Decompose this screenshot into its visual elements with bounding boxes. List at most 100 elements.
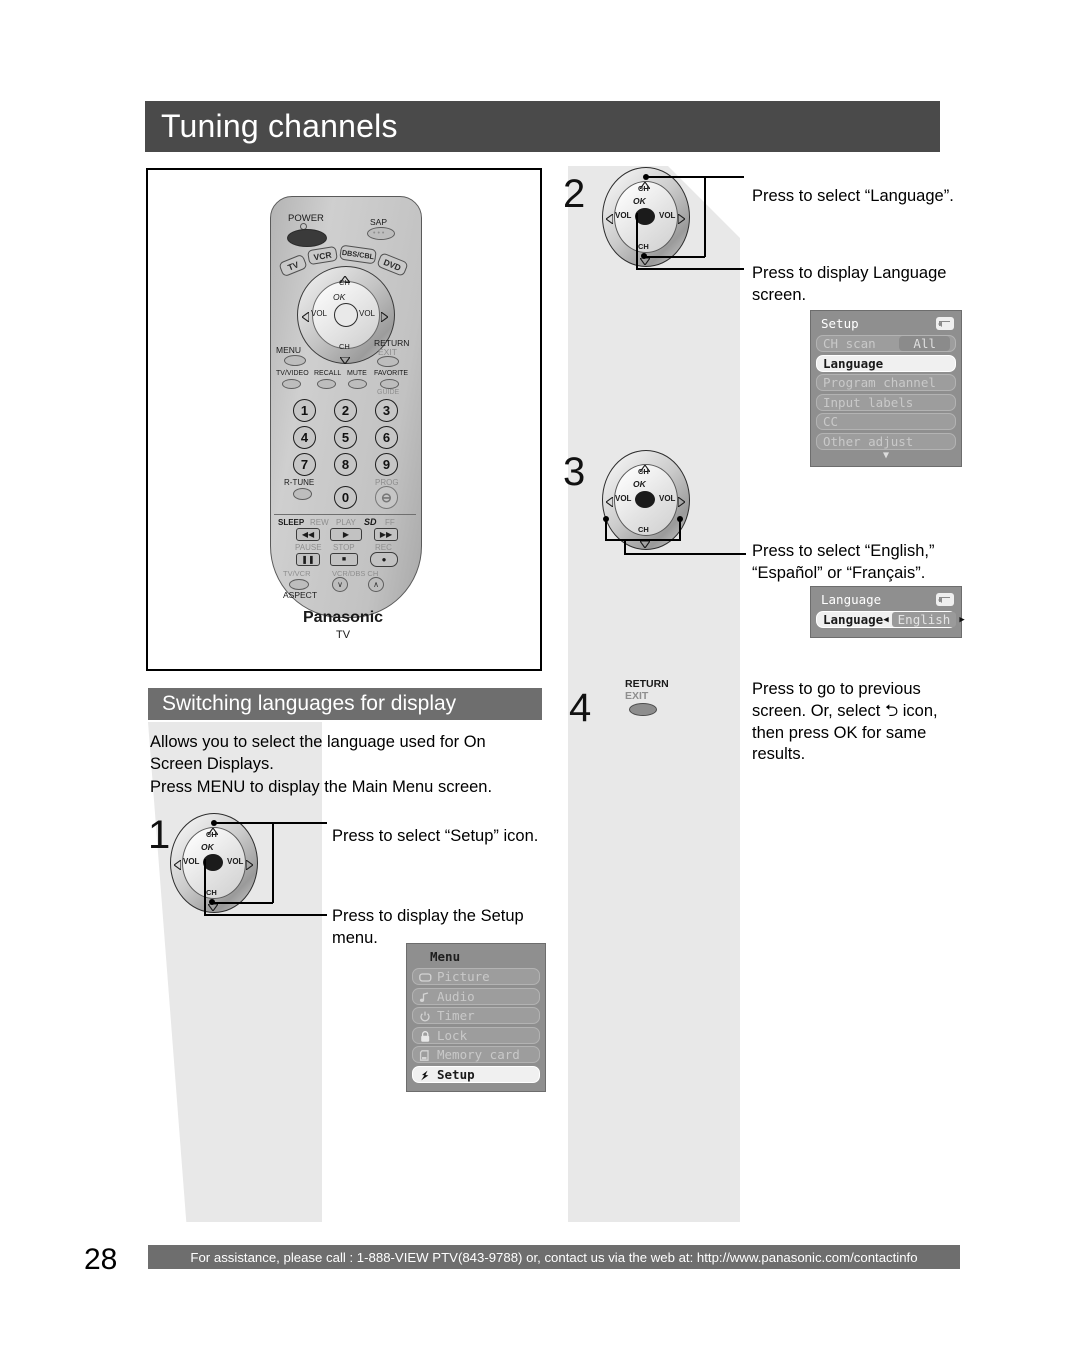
remote-play-button[interactable]: ▶: [330, 528, 362, 541]
osd-row-ch-scan[interactable]: CH scan All: [816, 335, 956, 352]
osd-language-titlebar: Language: [816, 591, 956, 611]
return-exit-button-figure[interactable]: RETURN EXIT: [625, 678, 677, 716]
osd-row-label: Other adjust: [823, 433, 914, 449]
navpad-ch-up-label: CH: [206, 830, 217, 839]
padlock-icon: [419, 1030, 432, 1042]
remote-number-3[interactable]: 3: [375, 399, 398, 422]
navpad-ch-down-label: CH: [638, 525, 649, 534]
remote-favorite-button[interactable]: [380, 379, 399, 389]
remote-rec-button[interactable]: ●: [370, 552, 398, 567]
remote-tvvideo-button[interactable]: [282, 379, 301, 389]
caption-step2-display-language: Press to display Language screen.: [752, 264, 947, 304]
leader-line: [213, 902, 273, 904]
navpad-vol-left-arrow-icon[interactable]: [605, 211, 614, 226]
setup-wrench-icon: [419, 1069, 432, 1080]
remote-number-0[interactable]: 0: [334, 486, 357, 509]
navpad-vol-left-arrow-icon[interactable]: [173, 857, 182, 872]
osd-scroll-down-icon[interactable]: ▼: [816, 451, 956, 461]
remote-number-6[interactable]: 6: [375, 426, 398, 449]
remote-number-1[interactable]: 1: [293, 399, 316, 422]
return-exit-button[interactable]: [629, 703, 657, 716]
remote-number-5[interactable]: 5: [334, 426, 357, 449]
osd-menu-item-setup[interactable]: Setup: [412, 1065, 540, 1083]
remote-rew-button[interactable]: ◀◀: [296, 528, 320, 541]
section-intro-text: Allows you to select the language used f…: [150, 733, 486, 774]
navpad-step-2[interactable]: CH CH VOL VOL OK: [602, 167, 690, 267]
remote-rec-label: REC: [375, 543, 392, 552]
remote-number-4[interactable]: 4: [293, 426, 316, 449]
osd-setup-title: Setup: [821, 316, 859, 331]
navpad-vol-right-arrow-icon[interactable]: [245, 857, 254, 872]
osd-menu-item-audio[interactable]: Audio: [412, 987, 540, 1005]
leader-line: [624, 539, 626, 554]
remote-vol-left-arrow-icon[interactable]: [301, 309, 310, 324]
navpad-ok-button[interactable]: [635, 491, 655, 508]
page-header: Tuning channels: [145, 101, 940, 152]
remote-sleep-label: SLEEP: [278, 518, 305, 527]
osd-menu-item-lock[interactable]: Lock: [412, 1026, 540, 1044]
leader-line: [636, 213, 638, 269]
navpad-ch-up-arrow-icon[interactable]: [638, 459, 652, 473]
osd-row-program-channel[interactable]: Program channel: [816, 374, 956, 391]
leader-line: [624, 553, 746, 555]
navpad-vol-right-label: VOL: [659, 211, 676, 220]
navpad-vol-right-arrow-icon[interactable]: [677, 211, 686, 226]
navpad-vol-left-arrow-icon[interactable]: [605, 494, 614, 509]
remote-recall-button[interactable]: [317, 379, 336, 389]
osd-row-input-labels[interactable]: Input labels: [816, 393, 956, 411]
osd-row-cc[interactable]: CC: [816, 413, 956, 430]
remote-ok-button[interactable]: [334, 303, 358, 327]
navpad-step-1[interactable]: CH CH VOL VOL OK: [170, 813, 258, 913]
remote-number-2[interactable]: 2: [334, 399, 357, 422]
remote-number-7[interactable]: 7: [293, 453, 316, 476]
step-number-2: 2: [563, 172, 586, 216]
remote-return-exit-button[interactable]: [377, 356, 399, 367]
navpad-ok-label: OK: [633, 196, 646, 206]
osd-menu-item-timer[interactable]: Timer: [412, 1007, 540, 1024]
remote-body: POWER SAP ••• TV VCR DBS/CBL DVD CH CH V…: [270, 196, 422, 641]
remote-pause-button[interactable]: ❚❚: [296, 553, 320, 566]
left-arrow-icon[interactable]: ◀: [883, 615, 888, 625]
remote-rew-label: REW: [310, 518, 329, 527]
remote-rtune-button[interactable]: [293, 488, 312, 500]
remote-aspect-label: ASPECT: [283, 590, 318, 600]
back-arrow-icon[interactable]: [936, 593, 954, 606]
osd-row-other-adjust[interactable]: Other adjust: [816, 432, 956, 450]
remote-power-button[interactable]: [287, 229, 327, 247]
navpad-vol-right-arrow-icon[interactable]: [677, 494, 686, 509]
remote-number-8[interactable]: 8: [334, 453, 357, 476]
osd-menu-item-picture[interactable]: Picture: [412, 968, 540, 985]
caption-step1-select-setup: Press to select “Setup” icon.: [332, 827, 539, 845]
remote-stop-label: STOP: [333, 543, 355, 552]
return-label: RETURN: [625, 678, 669, 690]
remote-mute-button[interactable]: [348, 379, 367, 389]
leader-line: [204, 914, 327, 916]
navpad-step-3[interactable]: CH CH VOL VOL OK: [602, 450, 690, 550]
remote-vcr-ch-down-button[interactable]: ∨: [332, 577, 348, 592]
back-arrow-icon[interactable]: [936, 317, 954, 330]
remote-prog-button[interactable]: ⊖: [375, 486, 398, 509]
remote-ch-up-arrow-icon[interactable]: [338, 270, 352, 284]
footer-bar: For assistance, please call : 1-888-VIEW…: [148, 1245, 960, 1269]
leader-line: [272, 822, 274, 903]
navpad-ch-up-label: CH: [638, 467, 649, 476]
remote-vcr-ch-up-button[interactable]: ∧: [368, 577, 384, 592]
osd-row-language[interactable]: Language: [816, 354, 956, 372]
remote-menu-button[interactable]: [284, 355, 306, 366]
osd-main-menu-screen: Menu Picture Audio Timer Lock Memory car…: [406, 943, 546, 1092]
osd-row-language-select[interactable]: Language ◀ English ▶: [816, 611, 965, 628]
leader-line: [605, 539, 681, 541]
remote-ch-down-arrow-icon[interactable]: [338, 351, 352, 365]
exit-label: EXIT: [625, 690, 649, 702]
remote-vol-right-arrow-icon[interactable]: [380, 309, 389, 324]
remote-ff-button[interactable]: ▶▶: [374, 528, 398, 541]
remote-stop-button[interactable]: ■: [330, 553, 358, 566]
navpad-ok-label: OK: [633, 479, 646, 489]
osd-menu-item-memory-card[interactable]: Memory card: [412, 1046, 540, 1063]
remote-tvvcr-button[interactable]: [289, 579, 309, 590]
remote-mute-label: MUTE: [347, 370, 367, 377]
remote-number-9[interactable]: 9: [375, 453, 398, 476]
navpad-ok-button[interactable]: [635, 208, 655, 225]
right-arrow-icon[interactable]: ▶: [959, 615, 964, 625]
navpad-ok-button[interactable]: [203, 854, 223, 871]
